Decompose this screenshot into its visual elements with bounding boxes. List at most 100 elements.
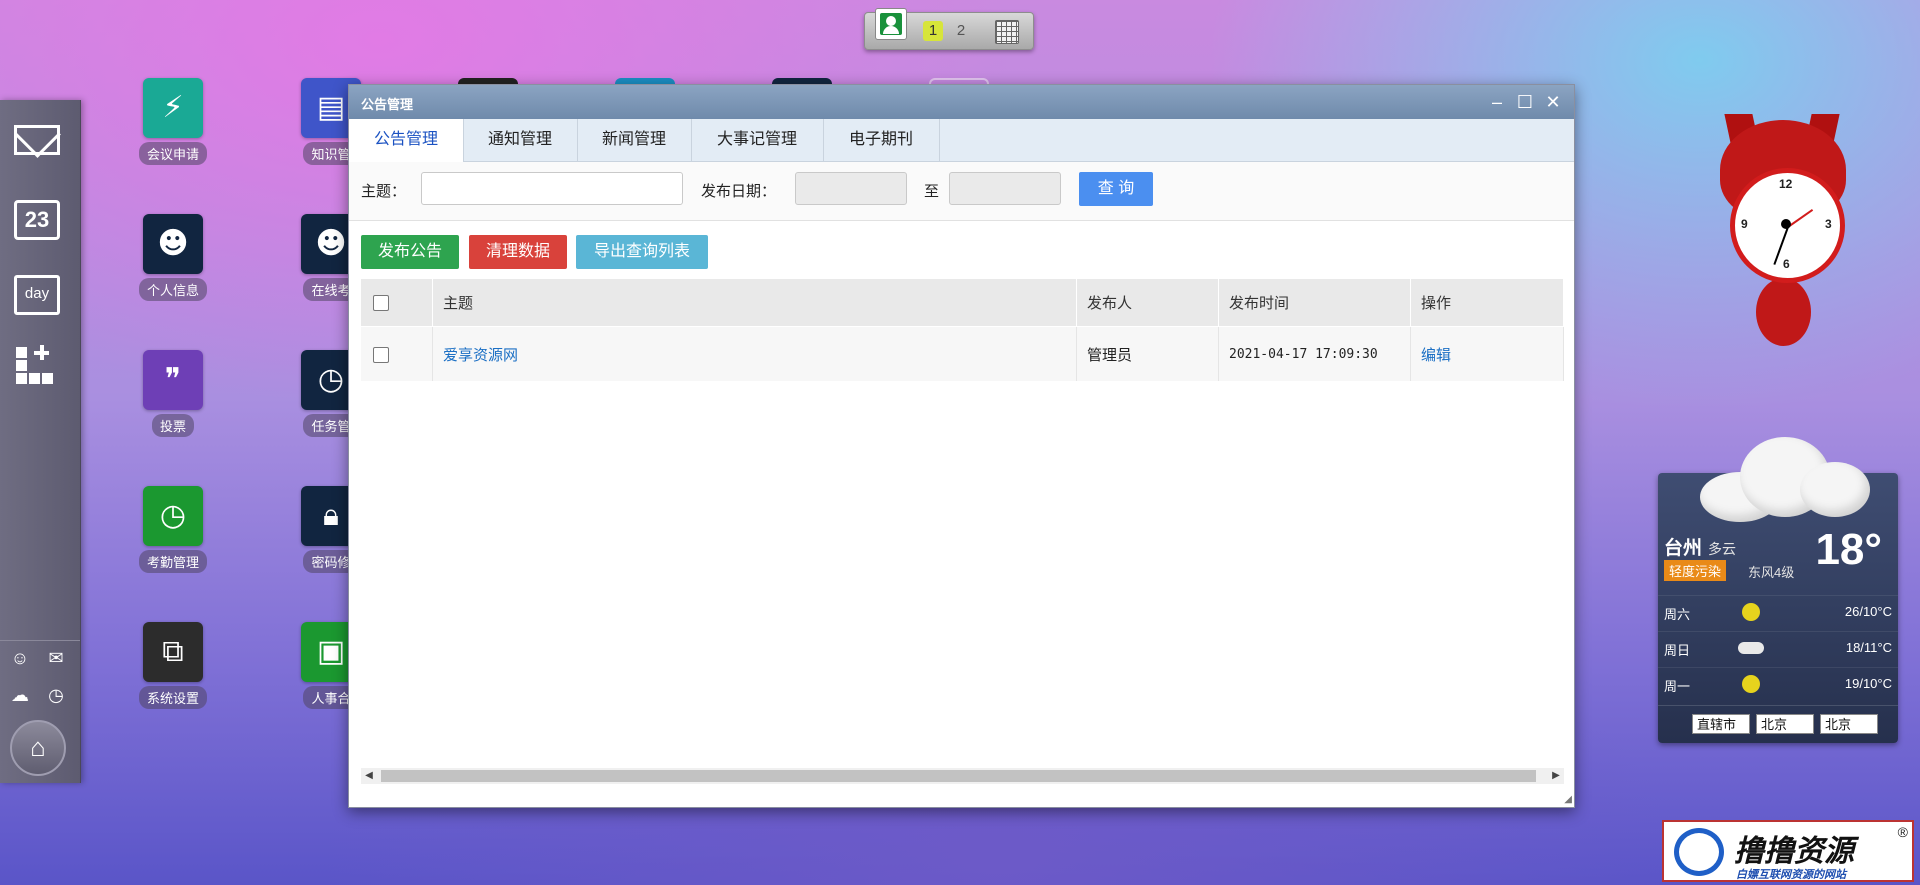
subject-link[interactable]: 爱享资源网: [443, 347, 518, 364]
mail-icon[interactable]: [14, 125, 60, 155]
clock-center: [1781, 219, 1791, 229]
weather-divider: [1658, 705, 1898, 706]
table-row: 爱享资源网 管理员 2021-04-17 17:09:30 编辑: [361, 326, 1564, 381]
clear-data-button[interactable]: 清理数据: [469, 235, 567, 269]
forecast-day: 周一: [1664, 679, 1691, 694]
logo-text: 撸撸资源: [1734, 835, 1854, 868]
clock-face: 12 3 6 9: [1730, 168, 1845, 283]
column-header-action: 操作: [1410, 279, 1564, 327]
sun-icon: [1742, 675, 1760, 693]
forecast-range: 26/10°C: [1844, 604, 1892, 619]
row-checkbox[interactable]: [373, 346, 389, 363]
weather-city: 台州: [1664, 538, 1703, 559]
row-select-cell: [361, 326, 433, 381]
date-from-input[interactable]: [795, 172, 907, 205]
resize-grip-icon[interactable]: ◢: [1564, 794, 1572, 805]
announcement-table: 主题 发布人 发布时间 操作 爱享资源网 管理员 2021-04-17 17:0…: [361, 279, 1564, 381]
province-select[interactable]: 直辖市: [1692, 714, 1750, 734]
subject-label: 主题：: [361, 183, 407, 200]
app-meeting-request[interactable]: ⚡ 会议申请: [118, 78, 228, 165]
publish-button[interactable]: 发布公告: [361, 235, 459, 269]
weather-temperature: 18°: [1815, 525, 1882, 574]
left-dock: 23 day ☺ ✉ ☁ ◷ ⌂: [0, 100, 81, 783]
clock-widget[interactable]: 12 3 6 9: [1708, 114, 1856, 346]
tab-notice[interactable]: 通知管理: [463, 119, 578, 161]
scroll-right-icon[interactable]: ▶: [1548, 768, 1564, 784]
logo-subtitle: 白嫖互联网资源的网站: [1736, 869, 1846, 881]
subject-input[interactable]: [421, 172, 683, 205]
city-select[interactable]: 北京: [1756, 714, 1814, 734]
tab-news[interactable]: 新闻管理: [577, 119, 692, 161]
tab-ejournal[interactable]: 电子期刊: [823, 119, 940, 161]
row-publisher: 管理员: [1076, 326, 1219, 381]
air-quality-badge: 轻度污染: [1664, 560, 1727, 581]
page-1-button[interactable]: 1: [923, 21, 943, 41]
announcement-window: 公告管理 – ☐ ✕ 公告管理 通知管理 新闻管理 大事记管理 电子期刊 主题：…: [348, 84, 1575, 808]
forecast-range: 19/10°C: [1844, 676, 1892, 691]
weather-condition: 多云: [1708, 541, 1736, 557]
row-time: 2021-04-17 17:09:30: [1218, 326, 1411, 381]
day-view-icon[interactable]: day: [14, 275, 60, 315]
weather-icon[interactable]: ☁: [8, 685, 32, 705]
tab-events[interactable]: 大事记管理: [691, 119, 824, 161]
add-app-icon[interactable]: [14, 345, 60, 385]
date-to-input[interactable]: [949, 172, 1061, 205]
logo-registered: ®: [1897, 824, 1908, 840]
date-to-label: 至: [924, 183, 940, 200]
cloud-icon: [1738, 642, 1764, 654]
forecast-row: 周日 18/11°C: [1658, 631, 1898, 662]
sun-icon: [1742, 603, 1760, 621]
logo-mark-icon: [1674, 828, 1724, 876]
tab-announcement[interactable]: 公告管理: [349, 119, 464, 162]
page-2-button[interactable]: 2: [951, 21, 971, 41]
tab-bar: 公告管理 通知管理 新闻管理 大事记管理 电子期刊: [349, 119, 1574, 162]
maximize-icon[interactable]: ☐: [1514, 91, 1536, 113]
contacts-icon[interactable]: ☺: [8, 648, 32, 668]
clock-number-6: 6: [1783, 257, 1790, 271]
horizontal-scrollbar[interactable]: ◀ ▶: [361, 768, 1564, 784]
app-vote[interactable]: ❞ 投票: [118, 350, 228, 437]
window-titlebar[interactable]: 公告管理 – ☐ ✕: [349, 85, 1574, 119]
search-bar: 主题： 发布日期： 至 查 询: [349, 162, 1574, 221]
calendar-icon[interactable]: 23: [14, 200, 60, 240]
row-action-cell: 编辑: [1410, 326, 1564, 381]
desktop-page-switcher: 1 2: [864, 8, 1034, 50]
scroll-left-icon[interactable]: ◀: [361, 768, 377, 784]
site-logo: 撸撸资源 白嫖互联网资源的网站 ®: [1662, 820, 1914, 882]
plug-icon: ⚡: [162, 90, 184, 125]
clock-number-9: 9: [1741, 217, 1748, 231]
minimize-icon[interactable]: –: [1486, 91, 1508, 113]
date-label: 发布日期：: [701, 183, 777, 200]
chat-bubble-icon: ❞: [164, 362, 182, 397]
message-icon[interactable]: ✉: [44, 648, 68, 668]
clock-icon[interactable]: ◷: [44, 685, 68, 705]
select-all-header: [361, 279, 433, 327]
clock-icon: ◷: [159, 498, 187, 533]
person-icon: ☻: [157, 226, 189, 261]
row-subject-cell: 爱享资源网: [432, 326, 1077, 381]
edit-link[interactable]: 编辑: [1421, 347, 1451, 364]
query-button[interactable]: 查 询: [1079, 172, 1153, 206]
clock-number-3: 3: [1825, 217, 1832, 231]
user-group-icon[interactable]: [875, 8, 907, 40]
app-system-settings[interactable]: ⧉ 系统设置: [118, 622, 228, 709]
window-title: 公告管理: [361, 97, 414, 112]
column-header-time[interactable]: 发布时间: [1218, 279, 1411, 327]
grid-view-icon[interactable]: [995, 20, 1019, 44]
forecast-day: 周六: [1664, 607, 1691, 622]
district-select[interactable]: 北京: [1820, 714, 1878, 734]
fox-tail: [1756, 278, 1811, 346]
scrollbar-thumb[interactable]: [381, 770, 1536, 782]
settings-icon: ⧉: [162, 634, 184, 669]
weather-wind: 东风4级: [1748, 565, 1795, 580]
column-header-subject[interactable]: 主题: [432, 279, 1077, 327]
forecast-row: 周一 19/10°C: [1658, 667, 1898, 698]
home-button[interactable]: ⌂: [10, 720, 66, 776]
app-attendance[interactable]: ◷ 考勤管理: [118, 486, 228, 573]
select-all-checkbox[interactable]: [373, 295, 389, 312]
column-header-publisher[interactable]: 发布人: [1076, 279, 1219, 327]
app-personal-info[interactable]: ☻ 个人信息: [118, 214, 228, 301]
export-list-button[interactable]: 导出查询列表: [576, 235, 708, 269]
close-icon[interactable]: ✕: [1542, 91, 1564, 113]
forecast-day: 周日: [1664, 643, 1691, 658]
